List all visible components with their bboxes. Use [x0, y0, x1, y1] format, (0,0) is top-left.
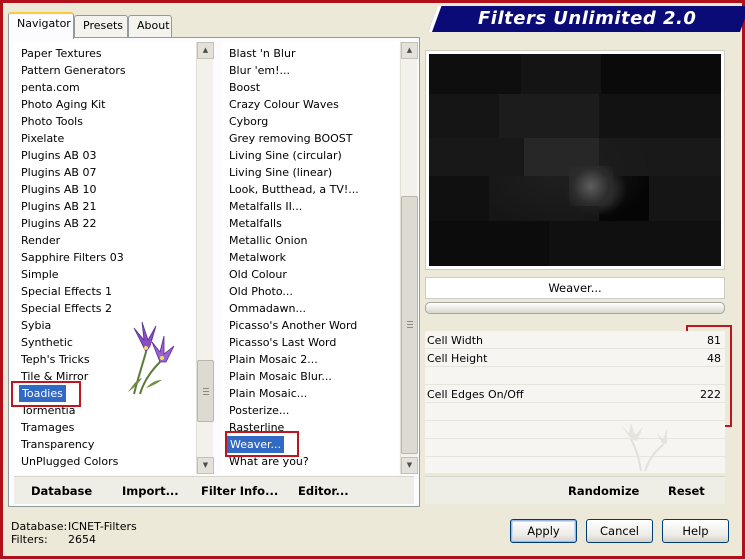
- filter-list-item[interactable]: Metalfalls: [229, 215, 282, 232]
- apply-button[interactable]: Apply: [510, 519, 577, 543]
- parameters-panel[interactable]: Cell Width 81 Cell Height 48 Cell Edges …: [425, 331, 725, 473]
- filter-list-item[interactable]: Metalwork: [229, 249, 286, 266]
- filter-list-item[interactable]: Old Colour: [229, 266, 287, 283]
- filter-list-item[interactable]: Picasso's Last Word: [229, 334, 336, 351]
- category-list-item[interactable]: Plugins AB 22: [21, 215, 96, 232]
- category-list-item[interactable]: UnPlugged Colors: [21, 453, 118, 470]
- category-list-item[interactable]: Tramages: [21, 419, 74, 436]
- category-highlight-box: [11, 381, 81, 407]
- category-list-item[interactable]: Special Effects 2: [21, 300, 112, 317]
- database-label: Database:: [11, 520, 68, 533]
- filter-highlight-box: [225, 431, 299, 457]
- category-list-item[interactable]: Paper Textures: [21, 45, 102, 62]
- navigator-button-bar: Database Import... Filter Info... Editor…: [14, 476, 414, 504]
- filter-list-item[interactable]: Plain Mosaic Blur...: [229, 368, 332, 385]
- filter-list-item[interactable]: Living Sine (linear): [229, 164, 332, 181]
- filters-count-value: 2654: [68, 533, 96, 546]
- filter-list-item[interactable]: Boost: [229, 79, 260, 96]
- filter-info-button[interactable]: Filter Info...: [201, 484, 278, 498]
- filter-list-item[interactable]: Crazy Colour Waves: [229, 96, 339, 113]
- reset-button[interactable]: Reset: [668, 484, 705, 498]
- filter-list-item[interactable]: Picasso's Another Word: [229, 317, 357, 334]
- help-button[interactable]: Help: [662, 519, 729, 543]
- randomize-button[interactable]: Randomize: [568, 484, 639, 498]
- category-list-item[interactable]: Teph's Tricks: [21, 351, 90, 368]
- category-list-item[interactable]: Pixelate: [21, 130, 64, 147]
- scroll-thumb[interactable]: [401, 196, 418, 454]
- flower-decoration-icon: [128, 321, 175, 395]
- category-list-item[interactable]: Render: [21, 232, 60, 249]
- flower-watermark-icon: [621, 423, 667, 472]
- preview-frame: [425, 50, 725, 270]
- filter-list-item[interactable]: Plain Mosaic...: [229, 385, 307, 402]
- filter-list-item[interactable]: Old Photo...: [229, 283, 293, 300]
- scroll-up-arrow-icon[interactable]: ▲: [197, 42, 214, 59]
- category-list-item[interactable]: Plugins AB 10: [21, 181, 96, 198]
- cell-edges-value[interactable]: 222: [700, 388, 721, 401]
- filter-list-item[interactable]: Metalfalls II...: [229, 198, 302, 215]
- filter-list-item[interactable]: Look, Butthead, a TV!...: [229, 181, 359, 198]
- tab-about[interactable]: About: [128, 15, 172, 37]
- category-list-item[interactable]: Photo Aging Kit: [21, 96, 105, 113]
- progress-bar: [425, 302, 725, 314]
- current-filter-name: Weaver...: [425, 277, 725, 299]
- tab-presets[interactable]: Presets: [74, 15, 128, 37]
- filter-list-item[interactable]: Metallic Onion: [229, 232, 307, 249]
- category-list-item[interactable]: Special Effects 1: [21, 283, 112, 300]
- category-list-item[interactable]: Sybia: [21, 317, 51, 334]
- category-list-item[interactable]: Plugins AB 07: [21, 164, 96, 181]
- filter-list-item[interactable]: Living Sine (circular): [229, 147, 342, 164]
- import-button[interactable]: Import...: [122, 484, 179, 498]
- filters-count-label: Filters:: [11, 533, 48, 546]
- cell-width-label: Cell Width: [427, 334, 484, 347]
- scroll-up-arrow-icon[interactable]: ▲: [401, 42, 418, 59]
- preview-image: [429, 54, 721, 266]
- category-list-item[interactable]: Photo Tools: [21, 113, 83, 130]
- parameters-button-bar: Randomize Reset: [425, 476, 725, 504]
- filter-list-item[interactable]: Plain Mosaic 2...: [229, 351, 318, 368]
- scroll-down-arrow-icon[interactable]: ▼: [401, 457, 418, 474]
- category-list-item[interactable]: penta.com: [21, 79, 80, 96]
- cell-height-label: Cell Height: [427, 352, 488, 365]
- category-list-item[interactable]: Plugins AB 03: [21, 147, 96, 164]
- database-button[interactable]: Database: [31, 484, 92, 498]
- filter-list-scrollbar[interactable]: ▲ ▼: [400, 42, 418, 474]
- category-list-item[interactable]: Synthetic: [21, 334, 73, 351]
- category-list[interactable]: Paper Textures Pattern Generators penta.co…: [14, 42, 196, 474]
- category-list-scrollbar[interactable]: ▲ ▼: [196, 42, 214, 474]
- editor-button[interactable]: Editor...: [298, 484, 349, 498]
- database-value: ICNET-Filters: [68, 520, 137, 533]
- cell-height-value[interactable]: 48: [707, 352, 721, 365]
- category-list-item[interactable]: Simple: [21, 266, 59, 283]
- tab-navigator[interactable]: Navigator: [8, 12, 74, 39]
- scroll-down-arrow-icon[interactable]: ▼: [197, 457, 214, 474]
- cancel-button[interactable]: Cancel: [586, 519, 653, 543]
- category-list-item[interactable]: Transparency: [21, 436, 94, 453]
- filter-list-item[interactable]: Grey removing BOOST: [229, 130, 352, 147]
- filter-list-item[interactable]: Cyborg: [229, 113, 268, 130]
- filter-list-item[interactable]: Blur 'em!...: [229, 62, 290, 79]
- cell-width-value[interactable]: 81: [707, 334, 721, 347]
- filter-list[interactable]: Blast 'n Blur Blur 'em!... Boost Crazy Colo…: [222, 42, 398, 474]
- cell-edges-label: Cell Edges On/Off: [427, 388, 524, 401]
- filter-list-item[interactable]: Posterize...: [229, 402, 289, 419]
- category-list-item[interactable]: Sapphire Filters 03: [21, 249, 124, 266]
- filter-list-item[interactable]: Ommadawn...: [229, 300, 306, 317]
- category-list-item[interactable]: Plugins AB 21: [21, 198, 96, 215]
- scroll-thumb[interactable]: [197, 360, 214, 422]
- filter-list-item[interactable]: Blast 'n Blur: [229, 45, 295, 62]
- app-title: Filters Unlimited 2.0: [478, 8, 697, 29]
- category-list-item[interactable]: Pattern Generators: [21, 62, 126, 79]
